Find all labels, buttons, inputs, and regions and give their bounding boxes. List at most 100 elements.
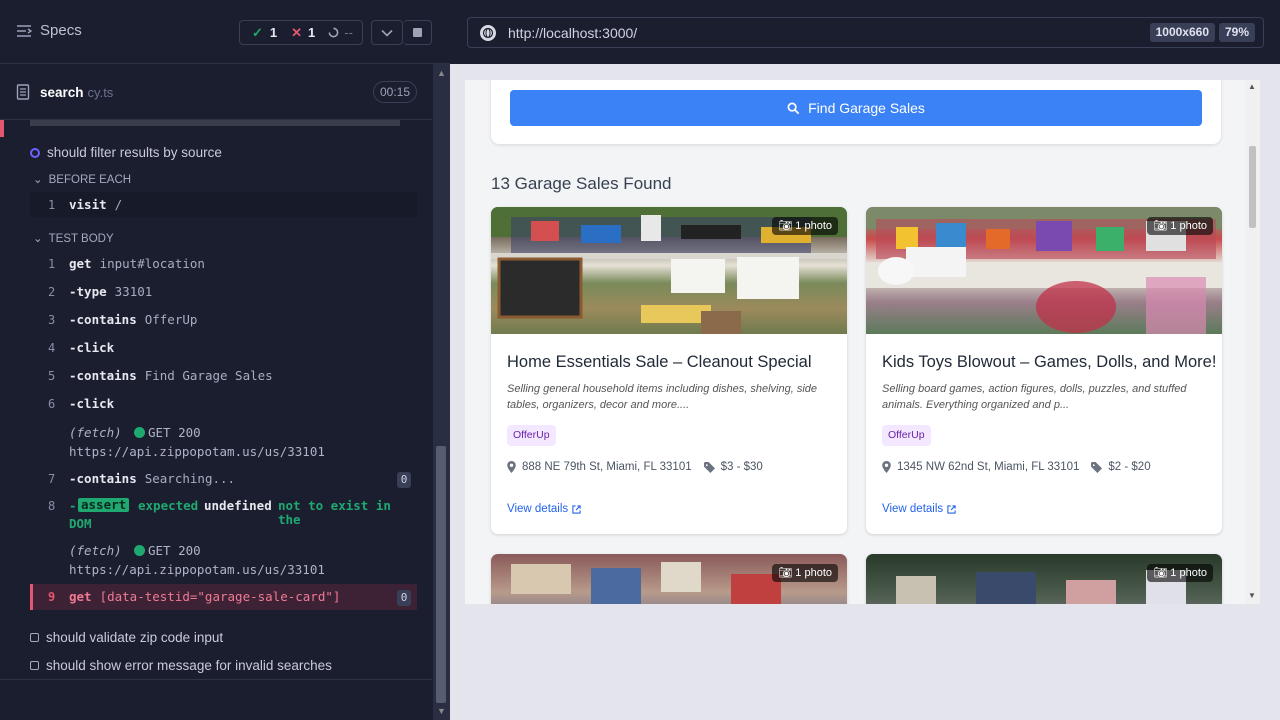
command-row[interactable]: 3 -contains OfferUp <box>30 313 417 331</box>
test-body-header[interactable]: ⌄ TEST BODY <box>33 231 114 245</box>
collapsed-block <box>30 120 400 126</box>
test-title-text: should show error message for invalid se… <box>46 658 332 673</box>
failed-command-row[interactable]: 9 get [data-testid="garage-sale-card"] 0 <box>30 584 417 610</box>
sale-photo: 📷︎ 1 photo <box>491 554 847 604</box>
view-details-link[interactable]: View details <box>507 503 581 515</box>
fetch-log[interactable]: (fetch) GET 200 https://api.zippopotam.u… <box>30 426 417 462</box>
runner-scrollbar[interactable]: ▲ ▼ <box>433 64 450 720</box>
camera-icon: 📷︎ <box>1153 220 1168 232</box>
sale-photo: 📷︎ 1 photo <box>491 207 847 334</box>
sale-meta: 888 NE 79th St, Miami, FL 33101 $3 - $30 <box>507 461 763 473</box>
fetch-status: GET 200 <box>148 543 201 558</box>
source-tag: OfferUp <box>507 425 556 446</box>
before-each-header[interactable]: ⌄ BEFORE EACH <box>33 172 131 186</box>
assert-value: undefined <box>204 498 272 513</box>
command-name: -click <box>69 340 115 355</box>
command-row[interactable]: 2 -type 33101 <box>30 285 417 303</box>
stop-button[interactable] <box>403 20 432 45</box>
test-title-text: should validate zip code input <box>46 630 224 645</box>
before-each-label: BEFORE EACH <box>48 174 132 186</box>
command-row[interactable]: 5 -contains Find Garage Sales <box>30 369 417 387</box>
browser-topbar: http://localhost:3000/ 1000x660 79% <box>450 0 1280 64</box>
photo-count-badge: 📷︎ 1 photo <box>772 564 838 582</box>
scroll-up-icon: ▲ <box>437 68 446 78</box>
running-icon <box>30 147 40 158</box>
sale-price: $2 - $20 <box>1108 461 1151 473</box>
assert-row[interactable]: 8 - assert expected undefined not to exi… <box>30 498 417 535</box>
scroll-thumb[interactable] <box>436 446 446 703</box>
pending-icon <box>328 27 339 38</box>
test-title-pending[interactable]: should show error message for invalid se… <box>30 658 332 673</box>
viewport-size-badge: 1000x660 <box>1149 23 1215 42</box>
external-link-icon <box>572 504 581 514</box>
divider <box>0 679 432 680</box>
command-name: visit / <box>69 197 123 212</box>
runner-panel: Specs ✓ 1 ✕ 1 -- search cy.ts 00:15 shou… <box>0 0 450 720</box>
url-text: http://localhost:3000/ <box>508 24 638 41</box>
sale-address: 888 NE 79th St, Miami, FL 33101 <box>522 461 692 473</box>
dropdown-button[interactable] <box>371 20 403 45</box>
command-number: 8 <box>48 499 56 513</box>
x-icon: ✕ <box>291 24 303 40</box>
assert-rest: not to exist in the <box>278 498 391 527</box>
photo-count-badge: 📷︎ 1 photo <box>772 217 838 235</box>
sale-meta: 1345 NW 62nd St, Miami, FL 33101 $2 - $2… <box>882 461 1151 473</box>
command-row[interactable]: 7 -contains Searching... 0 <box>30 472 417 490</box>
price-tag-icon <box>703 461 715 473</box>
command-row[interactable]: 6 -click <box>30 397 417 415</box>
fetch-status: GET 200 <box>148 425 201 440</box>
view-details-link[interactable]: View details <box>882 503 956 515</box>
garage-sale-card[interactable]: 📷︎ 1 photo Home Essentials Sale – Cleano… <box>491 207 847 534</box>
specs-toggle[interactable]: Specs <box>16 22 82 39</box>
status-dot-icon <box>134 545 145 556</box>
garage-sale-card[interactable]: 📷︎ 1 photo Kids Toys Blowout – Games, Do… <box>866 207 1222 534</box>
garage-sale-card[interactable]: 📷︎ 1 photo <box>866 554 1222 604</box>
command-arg: Find Garage Sales <box>144 368 273 383</box>
command-number: 7 <box>48 472 56 486</box>
test-body-label: TEST BODY <box>48 233 114 245</box>
app-viewport: Find Garage Sales 13 Garage Sales Found <box>465 80 1260 604</box>
stop-icon <box>412 28 422 37</box>
globe-icon <box>480 24 496 41</box>
photo-count-badge: 📷︎ 1 photo <box>1147 217 1213 235</box>
command-number: 2 <box>48 285 56 299</box>
command-row[interactable]: 1 get input#location <box>30 257 417 275</box>
command-arg: / <box>114 197 123 212</box>
specs-label: Specs <box>40 22 82 39</box>
document-icon <box>16 84 30 100</box>
find-button-label: Find Garage Sales <box>808 100 925 116</box>
spec-file-header[interactable]: search cy.ts 00:15 <box>16 78 417 106</box>
command-arg: input#location <box>99 256 205 271</box>
fetch-label: (fetch) <box>69 543 122 558</box>
command-number: 4 <box>48 341 56 355</box>
url-bar[interactable]: http://localhost:3000/ 1000x660 79% <box>467 17 1264 48</box>
assert-dash: - <box>69 498 77 513</box>
command-number: 1 <box>48 257 56 271</box>
test-stats: ✓ 1 ✕ 1 -- <box>239 20 363 45</box>
command-name: get input#location <box>69 256 205 271</box>
failed-count: 1 <box>308 25 316 40</box>
duration-timer: 00:15 <box>372 81 417 103</box>
command-name: -click <box>69 396 115 411</box>
command-name: -contains OfferUp <box>69 312 198 327</box>
command-row[interactable]: 4 -click <box>30 341 417 359</box>
assert-tail: DOM <box>69 516 92 531</box>
find-garage-sales-button[interactable]: Find Garage Sales <box>510 90 1202 126</box>
app-scrollbar[interactable]: ▲ ▼ <box>1245 80 1260 604</box>
fetch-log[interactable]: (fetch) GET 200 https://api.zippopotam.u… <box>30 544 417 580</box>
command-name: get [data-testid="garage-sale-card"] <box>69 589 341 604</box>
test-title-text: should filter results by source <box>47 145 222 160</box>
fetch-url: https://api.zippopotam.us/us/33101 <box>69 562 325 577</box>
camera-icon: 📷︎ <box>778 567 793 579</box>
runner-topbar: Specs ✓ 1 ✕ 1 -- <box>0 0 450 64</box>
garage-sale-card[interactable]: 📷︎ 1 photo <box>491 554 847 604</box>
test-title-pending[interactable]: should validate zip code input <box>30 630 223 645</box>
command-row[interactable]: 1 visit / <box>30 192 417 217</box>
command-arg: OfferUp <box>144 312 198 327</box>
sale-description: Selling board games, action figures, dol… <box>882 383 1187 411</box>
scroll-thumb[interactable] <box>1249 146 1256 228</box>
photo-count-badge: 📷︎ 1 photo <box>1147 564 1213 582</box>
command-arg: 33101 <box>114 284 153 299</box>
assert-badge: assert <box>78 498 130 512</box>
test-title-current[interactable]: should filter results by source <box>30 145 222 160</box>
